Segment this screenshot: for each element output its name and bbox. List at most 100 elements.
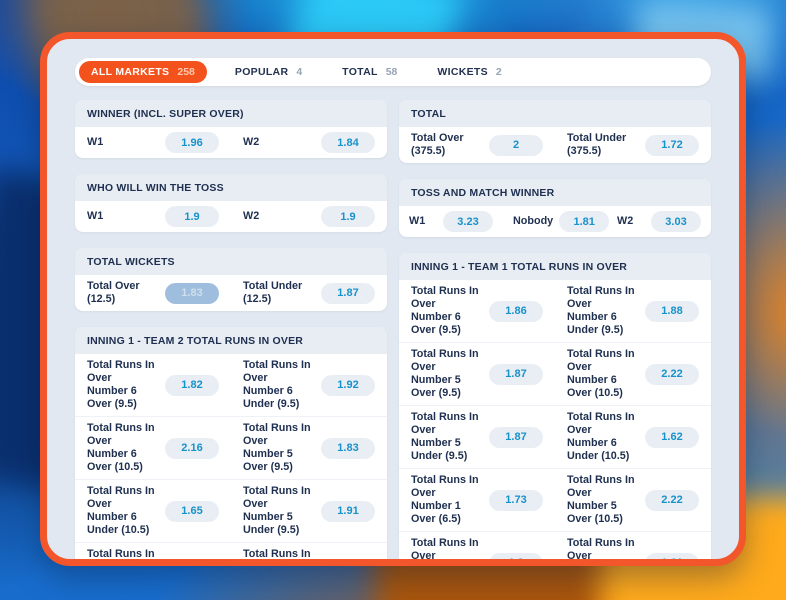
outcome: Total Runs In Over Number 6 Over (9.5) 1.8… xyxy=(399,280,555,342)
odds-button[interactable]: 2.22 xyxy=(645,489,699,511)
outcome: W1 1.9 xyxy=(75,201,231,232)
outcome-label: Total Runs In Over Number 6 Over (9.5) xyxy=(411,285,481,337)
odds-button[interactable]: 1.82 xyxy=(165,374,219,396)
market-row: Total Runs In OverNumber 4 Over (9.5) 1.8… xyxy=(75,542,387,567)
odds-button[interactable]: 1.87 xyxy=(321,282,375,304)
odds-button[interactable]: 1.65 xyxy=(165,500,219,522)
odds-button[interactable]: 1.91 xyxy=(321,500,375,522)
market-row: Total Runs In Over Number 6 Under (10.5) 1… xyxy=(75,479,387,542)
tab-count-badge: 2 xyxy=(495,66,502,78)
odds-button[interactable]: 2 xyxy=(489,134,543,156)
market-row: Total Runs In Over Number 5 Over (9.5) 1.8… xyxy=(399,342,711,405)
odds-button[interactable]: 1.9 xyxy=(321,206,375,227)
outcome-label: W1 xyxy=(409,215,425,228)
odds-button[interactable]: 1.96 xyxy=(165,132,219,153)
outcome-label-line1: Total Runs In Over xyxy=(243,359,311,384)
market-row: W1 1.9 W2 1.9 xyxy=(75,201,387,232)
odds-button[interactable]: 1.84 xyxy=(321,132,375,153)
outcome: Total Runs In Over Number 6 Under (10.5) 1… xyxy=(555,406,711,468)
market-title: TOTAL WICKETS xyxy=(75,248,387,275)
odds-button[interactable]: 1.83 xyxy=(321,437,375,459)
outcome-label-line1: Total Runs In Over xyxy=(567,348,635,373)
tab-label: POPULAR xyxy=(234,66,289,78)
market-row: Total Runs In Over Number 6 Over (9.5) 1.8… xyxy=(399,280,711,342)
outcome-label-line2: Number 6 Under (9.5) xyxy=(243,385,300,410)
odds-button[interactable]: 1.62 xyxy=(645,426,699,448)
odds-button[interactable]: 1.61 xyxy=(645,552,699,559)
market-row: Total Runs In Over Number 5 Under (9.5) 1.… xyxy=(399,405,711,468)
outcome-label-line2: Number 6 Over (9.5) xyxy=(87,385,137,410)
outcome-label-line1: Total Under (375.5) xyxy=(567,132,627,157)
outcome-label-line1: W1 xyxy=(87,136,104,148)
outcome-label-line1: W1 xyxy=(87,210,104,222)
outcome-label: Total Runs In OverNumber 1 Over (6.5) xyxy=(411,474,481,526)
outcome-label-line2: Number 6 Under (9.5) xyxy=(567,311,624,336)
tab-all-markets[interactable]: ALL MARKETS 258 xyxy=(79,61,207,83)
odds-button[interactable]: 1.9 xyxy=(165,206,219,227)
outcome-label: Total Runs In Over Number 6 Over (9.5) xyxy=(87,359,157,411)
odds-button[interactable]: 2.16 xyxy=(165,437,219,459)
outcome-label-line1: Total Runs In Over xyxy=(243,485,311,510)
tab-bar: ALL MARKETS 258 POPULAR 4 TOTAL 58 WICKETS 2 xyxy=(75,58,711,86)
outcome-label: Total Runs In Over Number 5 Over (10.5) xyxy=(567,474,637,526)
outcome: Total Runs In Over Number 6 Over (10.5) 2.… xyxy=(555,343,711,405)
outcome-label-line1: Total Runs In Over xyxy=(567,411,635,436)
odds-button[interactable]: 1.86 xyxy=(489,300,543,322)
outcome-label: Nobody xyxy=(513,215,553,228)
odds-button[interactable]: 1.86 xyxy=(165,564,219,567)
outcome: Total Under (12.5) 1.87 xyxy=(231,275,387,311)
market-title: TOTAL xyxy=(399,100,711,127)
odds-button[interactable]: 1.87 xyxy=(489,363,543,385)
outcome-label: Total Runs In Over Number 5 Under (9.5) xyxy=(243,485,313,537)
market-column-left: WINNER (INCL. SUPER OVER) W1 1.96 W2 1.84 WHO… xyxy=(75,100,387,567)
outcome: Total Over (12.5) 1.83 xyxy=(75,275,231,311)
odds-button[interactable]: 1.72 xyxy=(645,134,699,156)
outcome-label: Total Over (12.5) xyxy=(87,280,157,306)
tab-label: ALL MARKETS xyxy=(91,66,170,78)
outcome-label-line2: Number 4 Over (9.5) xyxy=(411,563,481,566)
outcome-label: Total Under (375.5) xyxy=(567,132,637,158)
tab-popular[interactable]: POPULAR 4 xyxy=(223,61,314,83)
outcome-label: Total Runs In Over Number 6 Over (10.5) xyxy=(87,422,157,474)
odds-button[interactable]: 3.03 xyxy=(651,211,701,232)
outcome-label-line2: Number 5 Over (10.5) xyxy=(567,500,623,525)
odds-button[interactable]: 1.87 xyxy=(489,426,543,448)
outcome-label-line2: Number 5 Over (9.5) xyxy=(243,448,293,473)
odds-button[interactable]: 1.81 xyxy=(559,211,610,232)
market-row: Total Over (12.5) 1.83 Total Under (12.5) 1… xyxy=(75,275,387,311)
outcome-label: W2 xyxy=(243,210,259,223)
odds-button[interactable]: 2.22 xyxy=(645,363,699,385)
market-title: WINNER (INCL. SUPER OVER) xyxy=(75,100,387,127)
tab-label: TOTAL xyxy=(342,66,378,78)
market-card: INNING 1 - TEAM 1 TOTAL RUNS IN OVER Tota… xyxy=(399,253,711,566)
outcome-label: Total Runs In Over Number 5 Over (9.5) xyxy=(243,422,313,474)
tab-total[interactable]: TOTAL 58 xyxy=(330,61,409,83)
tab-wickets[interactable]: WICKETS 2 xyxy=(425,61,513,83)
outcome: Total Runs In OverNumber 5 Under (10.5) 1… xyxy=(555,532,711,559)
outcome-label-line2: Number 6 Over (10.5) xyxy=(87,448,143,473)
panel-content: ALL MARKETS 258 POPULAR 4 TOTAL 58 WICKETS 2 WI… xyxy=(47,39,739,567)
outcome-label-line1: Total Runs In Over xyxy=(411,411,479,436)
odds-button[interactable]: 1.9 xyxy=(489,552,543,559)
outcome-label: Total Runs In OverNumber 5 Under (10.5) xyxy=(567,537,637,559)
outcome-label: Total Runs In Over Number 6 Under (10.5) xyxy=(567,411,637,463)
odds-button[interactable]: 1.83 xyxy=(165,282,219,304)
market-title: INNING 1 - TEAM 2 TOTAL RUNS IN OVER xyxy=(75,327,387,354)
odds-button[interactable]: 1.92 xyxy=(321,374,375,396)
market-card: WHO WILL WIN THE TOSS W1 1.9 W2 1.9 xyxy=(75,174,387,232)
outcome-label-line1: W2 xyxy=(617,215,634,227)
market-row: W1 1.96 W2 1.84 xyxy=(75,127,387,158)
odds-button[interactable]: 1.73 xyxy=(489,489,543,511)
market-title: TOSS AND MATCH WINNER xyxy=(399,179,711,206)
odds-button[interactable]: 1.67 xyxy=(321,564,375,567)
outcome: Total Runs In Over Number 1 Over (6.5) 1.7… xyxy=(399,469,555,531)
outcome-label-line1: Total Runs In Over xyxy=(411,537,479,562)
odds-button[interactable]: 1.88 xyxy=(645,300,699,322)
outcome-label-line1: Total Runs In Over xyxy=(567,285,635,310)
outcome-label: W2 xyxy=(617,215,633,228)
outcome: W1 1.96 xyxy=(75,127,231,158)
odds-button[interactable]: 3.23 xyxy=(443,211,493,232)
outcome: Total Runs In OverNumber 1 Over (6.5) 1.6… xyxy=(231,543,387,567)
outcome-label: W1 xyxy=(87,136,103,149)
outcome: Total Runs In Over Number 6 Over (10.5) 2.… xyxy=(75,417,231,479)
